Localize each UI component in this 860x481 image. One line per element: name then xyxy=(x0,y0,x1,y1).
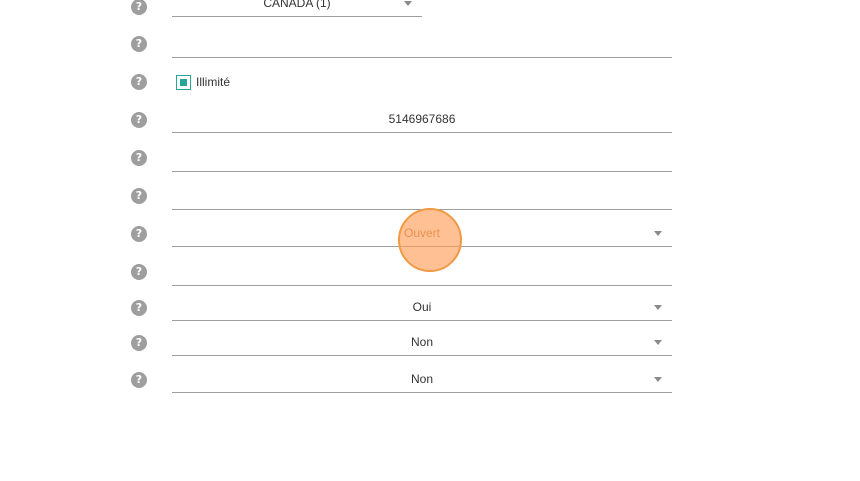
help-icon[interactable]: ? xyxy=(131,264,147,280)
non-select-2[interactable]: Non xyxy=(172,369,672,393)
unlimited-checkbox-row[interactable]: Illimité xyxy=(176,73,230,91)
help-icon[interactable]: ? xyxy=(131,300,147,316)
help-icon[interactable]: ? xyxy=(131,335,147,351)
non-select-1-value: Non xyxy=(410,335,433,349)
country-select-value: CANADA (1) xyxy=(263,0,331,10)
text-field-2[interactable] xyxy=(172,34,672,58)
text-field-8[interactable] xyxy=(172,262,672,286)
form-page: ? CANADA (1) ? ? Illimité ? 5146967686 ?… xyxy=(0,0,860,481)
oui-select-value: Oui xyxy=(412,300,432,314)
help-icon[interactable]: ? xyxy=(131,36,147,52)
help-icon[interactable]: ? xyxy=(131,0,147,15)
chevron-down-icon xyxy=(654,340,662,345)
unlimited-checkbox-label: Illimité xyxy=(196,75,231,89)
chevron-down-icon xyxy=(654,305,662,310)
oui-select[interactable]: Oui xyxy=(172,297,672,321)
chevron-down-icon xyxy=(404,1,412,6)
text-field-5[interactable] xyxy=(172,148,672,172)
status-select[interactable]: Ouvert xyxy=(172,223,672,247)
help-icon[interactable]: ? xyxy=(131,112,147,128)
non-select-1[interactable]: Non xyxy=(172,332,672,356)
help-icon[interactable]: ? xyxy=(131,226,147,242)
chevron-down-icon xyxy=(654,377,662,382)
chevron-down-icon xyxy=(654,231,662,236)
help-icon[interactable]: ? xyxy=(131,372,147,388)
help-icon[interactable]: ? xyxy=(131,74,147,90)
country-select[interactable]: CANADA (1) xyxy=(172,0,422,17)
non-select-2-value: Non xyxy=(410,372,433,386)
checkbox-checked-icon xyxy=(180,78,187,86)
help-icon[interactable]: ? xyxy=(131,188,147,204)
status-select-value: Ouvert xyxy=(403,226,440,240)
unlimited-checkbox[interactable] xyxy=(176,74,191,90)
phone-field[interactable]: 5146967686 xyxy=(172,109,672,133)
help-icon[interactable]: ? xyxy=(131,150,147,166)
text-field-6[interactable] xyxy=(172,186,672,210)
phone-field-value: 5146967686 xyxy=(388,112,456,126)
